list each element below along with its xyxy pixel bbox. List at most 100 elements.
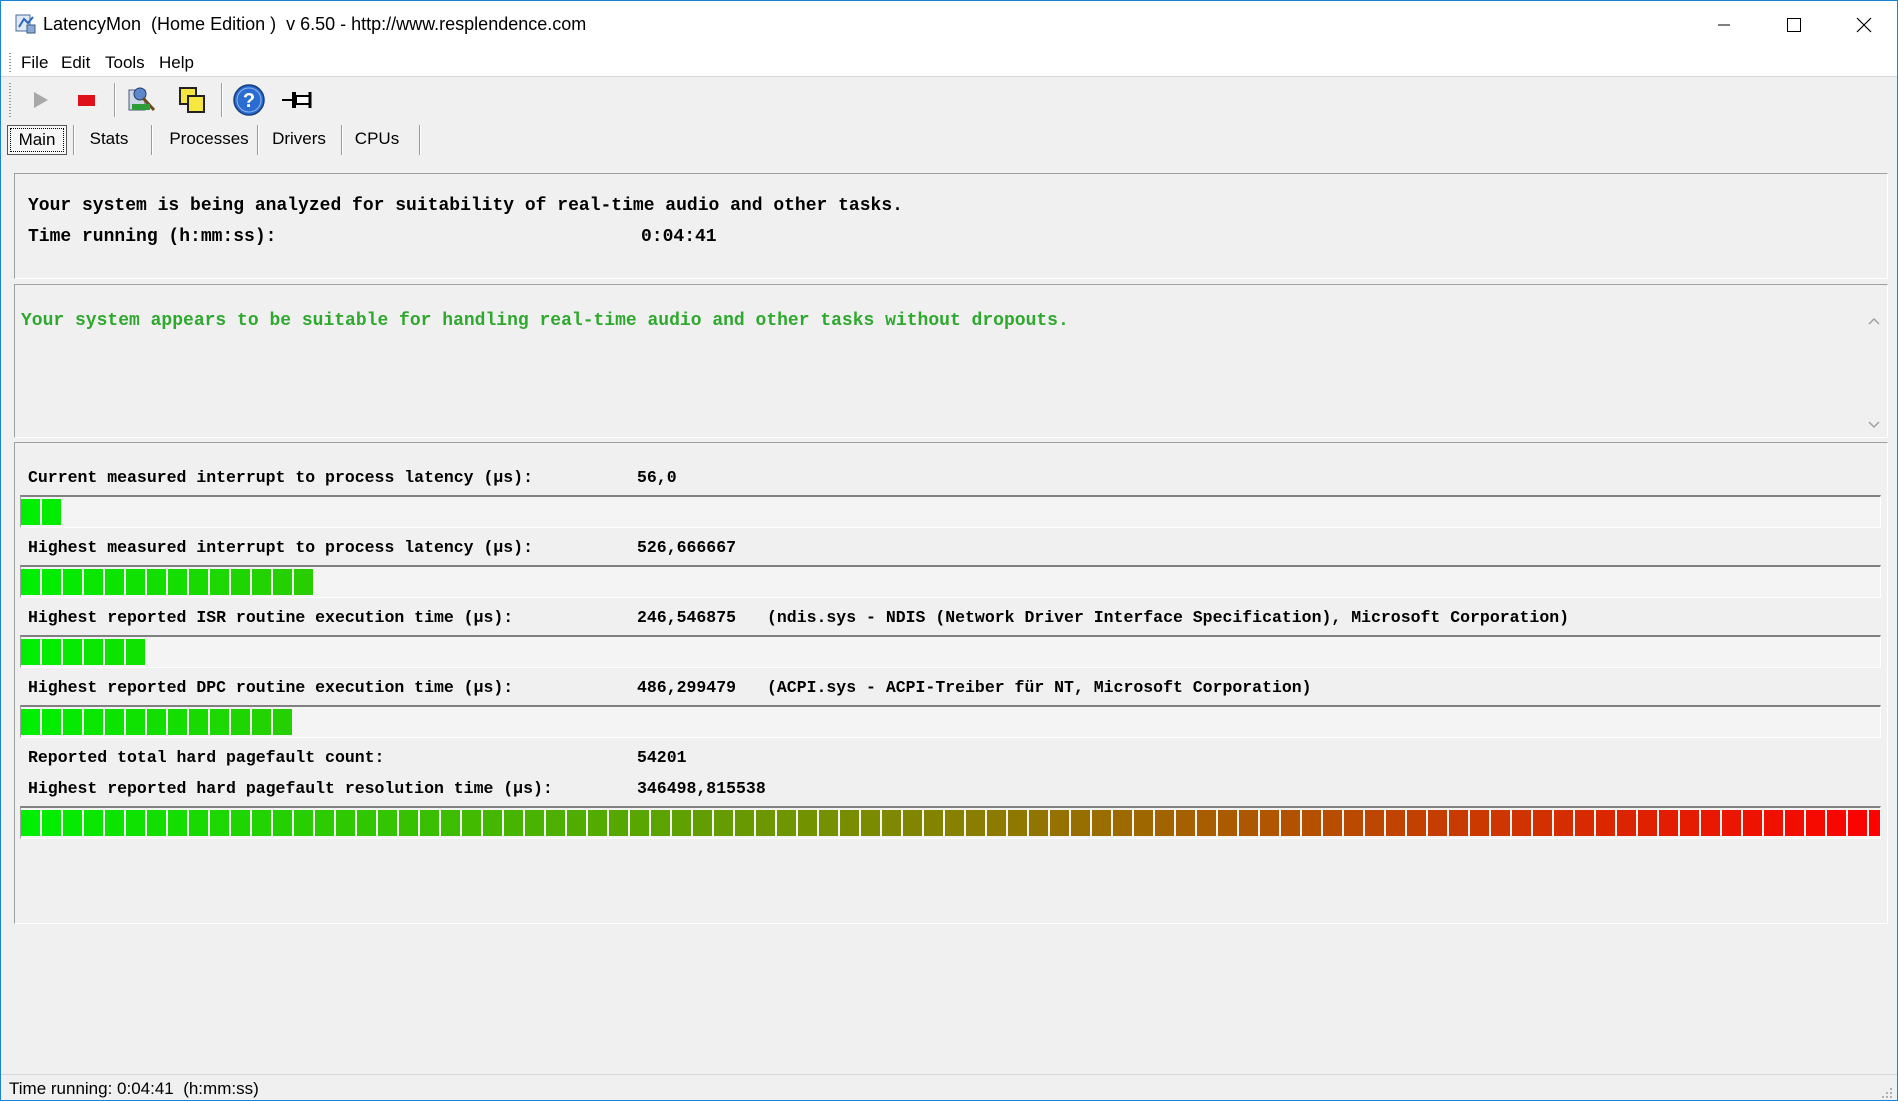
meter-segment	[420, 810, 439, 836]
meter-segment	[42, 569, 61, 595]
meter-segment	[168, 709, 187, 735]
meter-segment	[525, 810, 544, 836]
meter-segment	[189, 709, 208, 735]
meter-segment	[1449, 810, 1468, 836]
meter-segment	[1638, 810, 1657, 836]
minimize-icon	[1718, 24, 1730, 26]
copy-button[interactable]	[173, 82, 211, 118]
play-icon	[34, 92, 48, 108]
menu-grip	[9, 53, 11, 73]
meter-segment	[105, 810, 124, 836]
tab-main[interactable]: Main	[7, 125, 67, 155]
meter-segment	[378, 810, 397, 836]
maximize-button[interactable]	[1759, 1, 1829, 49]
meter-segment	[63, 569, 82, 595]
scroll-down-icon[interactable]	[1867, 419, 1881, 431]
meter-segment	[1176, 810, 1195, 836]
toolbar-separator	[114, 83, 115, 117]
meter-segment	[189, 569, 208, 595]
meter-segment	[210, 709, 229, 735]
meter-segment	[1428, 810, 1447, 836]
metric-value: 526,666667	[637, 538, 737, 557]
tab-separator	[257, 125, 258, 155]
tab-drivers[interactable]: Drivers	[265, 125, 333, 153]
meter-segment	[1806, 810, 1825, 836]
meter-segment	[336, 810, 355, 836]
meter-segment	[1071, 810, 1090, 836]
meter-segment	[1470, 810, 1489, 836]
meter-segment	[1113, 810, 1132, 836]
meter-segment	[399, 810, 418, 836]
meter-segment	[1554, 810, 1573, 836]
meter-segment	[966, 810, 985, 836]
scroll-up-icon[interactable]	[1867, 315, 1881, 327]
tab-cpus[interactable]: CPUs	[349, 125, 405, 153]
metric-driver-info: (ndis.sys - NDIS (Network Driver Interfa…	[767, 608, 1570, 627]
toolbar: ?	[1, 78, 1897, 123]
meter-segment	[63, 810, 82, 836]
report-button[interactable]	[123, 82, 161, 118]
maximize-icon	[1787, 18, 1801, 32]
status-bar: Time running: 0:04:41 (h:mm:ss)	[1, 1074, 1897, 1100]
meter-segment	[1407, 810, 1426, 836]
pin-button[interactable]	[278, 82, 316, 118]
meter-segment	[1302, 810, 1321, 836]
close-button[interactable]	[1829, 1, 1897, 49]
meter-segment	[1785, 810, 1804, 836]
meter-segment	[147, 569, 166, 595]
meter-segment	[1617, 810, 1636, 836]
meter-segment	[126, 569, 145, 595]
app-icon	[15, 14, 36, 34]
meter-segment	[84, 810, 103, 836]
meter-segment	[1848, 810, 1867, 836]
help-button[interactable]: ?	[230, 82, 268, 118]
meter-segment	[315, 810, 334, 836]
meter-fill	[21, 569, 313, 595]
tab-processes[interactable]: Processes	[161, 125, 257, 153]
meter-segment	[1134, 810, 1153, 836]
meter-segment	[1008, 810, 1027, 836]
meter-segment	[147, 709, 166, 735]
meter-segment	[21, 639, 40, 665]
metric-label: Current measured interrupt to process la…	[28, 468, 533, 487]
meter-segment	[21, 569, 40, 595]
menu-edit[interactable]: Edit	[57, 53, 94, 73]
svg-text:?: ?	[243, 90, 255, 112]
tab-separator	[341, 125, 342, 155]
metric-value: 346498,815538	[637, 779, 766, 798]
tab-separator	[419, 125, 420, 155]
stop-button[interactable]	[67, 82, 105, 118]
meter-segment	[42, 709, 61, 735]
title-bar: LatencyMon (Home Edition ) v 6.50 - http…	[1, 1, 1897, 49]
menu-file[interactable]: File	[17, 53, 52, 73]
meter-segment	[42, 810, 61, 836]
meter-segment	[1722, 810, 1741, 836]
menu-tools[interactable]: Tools	[101, 53, 149, 73]
highest-latency-meter	[20, 565, 1881, 598]
start-button[interactable]	[21, 82, 59, 118]
meter-segment	[567, 810, 586, 836]
pagefault-time-meter	[20, 806, 1881, 839]
meter-segment	[1701, 810, 1720, 836]
status-text: Time running: 0:04:41 (h:mm:ss)	[9, 1079, 259, 1098]
meter-segment	[1218, 810, 1237, 836]
copy-icon	[179, 87, 205, 113]
toolbar-grip	[9, 83, 11, 117]
meter-segment	[21, 709, 40, 735]
resize-grip-icon[interactable]	[1879, 1085, 1893, 1099]
tab-stats[interactable]: Stats	[81, 125, 137, 153]
dpc-time-meter	[20, 705, 1881, 738]
menu-help[interactable]: Help	[155, 53, 198, 73]
meter-segment	[777, 810, 796, 836]
meter-segment	[924, 810, 943, 836]
meter-segment	[252, 810, 271, 836]
metric-label: Highest reported hard pagefault resoluti…	[28, 779, 553, 798]
meter-segment	[504, 810, 523, 836]
meter-segment	[294, 569, 313, 595]
meter-segment	[1533, 810, 1552, 836]
meter-segment	[63, 639, 82, 665]
minimize-button[interactable]	[1689, 1, 1759, 49]
metric-value: 56,0	[637, 468, 677, 487]
meter-segment	[630, 810, 649, 836]
meter-segment	[945, 810, 964, 836]
